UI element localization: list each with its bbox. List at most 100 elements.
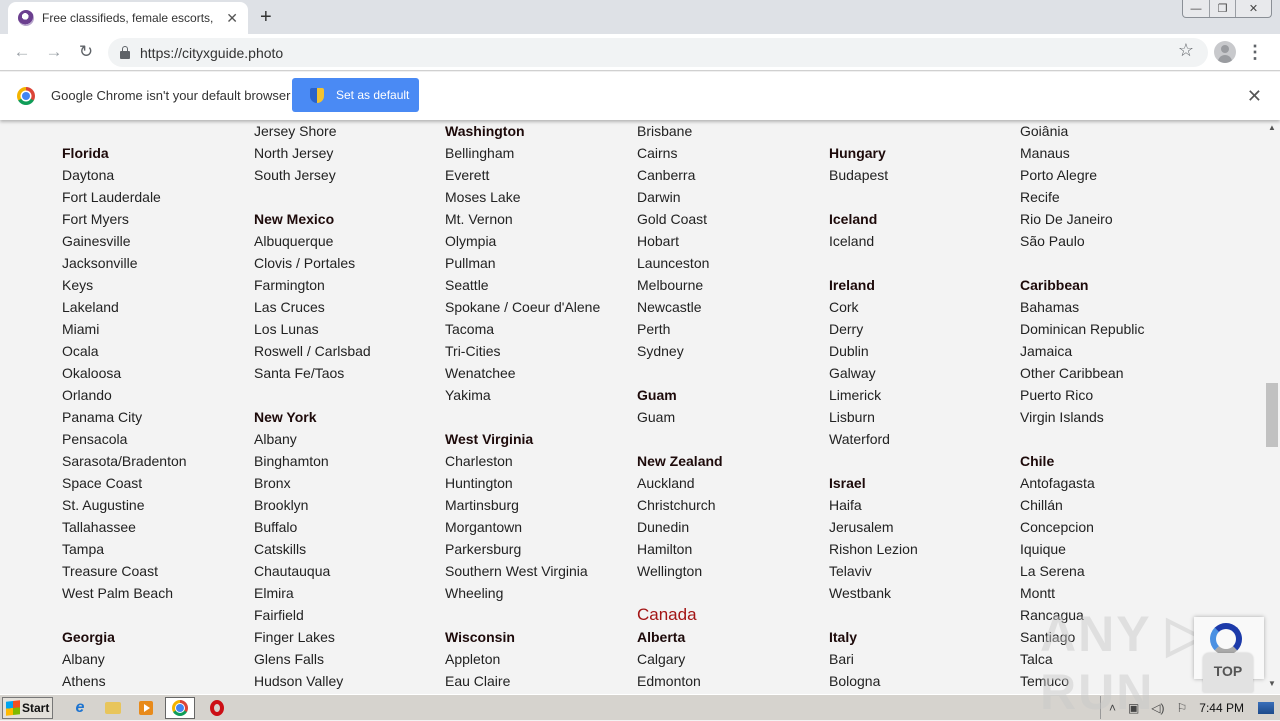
city-link[interactable]: Manaus bbox=[1020, 142, 1210, 164]
city-link[interactable]: Tacoma bbox=[445, 318, 635, 340]
volume-icon[interactable]: ◁) bbox=[1151, 701, 1164, 715]
city-link[interactable]: Pensacola bbox=[62, 428, 252, 450]
city-link[interactable]: Finger Lakes bbox=[254, 626, 444, 648]
city-link[interactable]: Cairns bbox=[637, 142, 827, 164]
city-link[interactable]: Morgantown bbox=[445, 516, 635, 538]
city-link[interactable]: Antofagasta bbox=[1020, 472, 1210, 494]
city-link[interactable]: Telaviv bbox=[829, 560, 1019, 582]
city-link[interactable]: Rishon Lezion bbox=[829, 538, 1019, 560]
city-link[interactable]: Chautauqua bbox=[254, 560, 444, 582]
city-link[interactable]: Parkersburg bbox=[445, 538, 635, 560]
page-scrollbar[interactable]: ▲ ▼ bbox=[1264, 120, 1280, 692]
media-player-icon[interactable] bbox=[135, 698, 157, 718]
city-link[interactable]: Jacksonville bbox=[62, 252, 252, 274]
city-link[interactable]: Puerto Rico bbox=[1020, 384, 1210, 406]
city-link[interactable]: Gold Coast bbox=[637, 208, 827, 230]
city-link[interactable]: Tampa bbox=[62, 538, 252, 560]
file-explorer-icon[interactable] bbox=[102, 698, 124, 718]
city-link[interactable]: Christchurch bbox=[637, 494, 827, 516]
show-desktop-button[interactable] bbox=[1258, 701, 1274, 714]
city-link[interactable]: Sydney bbox=[637, 340, 827, 362]
city-link[interactable]: Bahamas bbox=[1020, 296, 1210, 318]
city-link[interactable]: Olympia bbox=[445, 230, 635, 252]
action-center-flag-icon[interactable]: ⚐ bbox=[1177, 701, 1188, 715]
profile-avatar-icon[interactable] bbox=[1214, 41, 1236, 63]
city-link[interactable]: Binghamton bbox=[254, 450, 444, 472]
city-link[interactable]: Ocala bbox=[62, 340, 252, 362]
chrome-menu-icon[interactable]: ⋮ bbox=[1246, 42, 1264, 62]
city-link[interactable]: Melbourne bbox=[637, 274, 827, 296]
city-link[interactable]: Concepcion bbox=[1020, 516, 1210, 538]
city-link[interactable]: North Jersey bbox=[254, 142, 444, 164]
city-link[interactable]: Seattle bbox=[445, 274, 635, 296]
city-link[interactable]: Hudson Valley bbox=[254, 670, 444, 692]
city-link[interactable]: Jerusalem bbox=[829, 516, 1019, 538]
city-link[interactable]: Iquique bbox=[1020, 538, 1210, 560]
tab-close-icon[interactable]: ✕ bbox=[226, 10, 238, 27]
city-link[interactable]: Okaloosa bbox=[62, 362, 252, 384]
city-link[interactable]: Santiago bbox=[1020, 626, 1210, 648]
city-link[interactable]: Dunedin bbox=[637, 516, 827, 538]
city-link[interactable]: Temuco bbox=[1020, 670, 1210, 692]
city-link[interactable]: Miami bbox=[62, 318, 252, 340]
city-link[interactable]: Galway bbox=[829, 362, 1019, 384]
city-link[interactable]: Bellingham bbox=[445, 142, 635, 164]
city-link[interactable]: Roswell / Carlsbad bbox=[254, 340, 444, 362]
city-link[interactable]: Brisbane bbox=[637, 120, 827, 142]
city-link[interactable]: Wheeling bbox=[445, 582, 635, 604]
city-link[interactable]: Talca bbox=[1020, 648, 1210, 670]
city-link[interactable]: Iceland bbox=[829, 230, 1019, 252]
city-link[interactable]: Fairfield bbox=[254, 604, 444, 626]
city-link[interactable]: Canberra bbox=[637, 164, 827, 186]
city-link[interactable]: Waterford bbox=[829, 428, 1019, 450]
scroll-down-arrow-icon[interactable]: ▼ bbox=[1264, 676, 1280, 692]
city-link[interactable]: Tallahassee bbox=[62, 516, 252, 538]
back-to-top-button[interactable]: TOP bbox=[1203, 653, 1253, 692]
city-link[interactable]: Hamilton bbox=[637, 538, 827, 560]
city-link[interactable]: Lakeland bbox=[62, 296, 252, 318]
infobar-close-icon[interactable]: ✕ bbox=[1247, 86, 1262, 107]
city-link[interactable]: Eau Claire bbox=[445, 670, 635, 692]
reload-button[interactable]: ↻ bbox=[76, 42, 96, 62]
city-link[interactable]: Dominican Republic bbox=[1020, 318, 1210, 340]
new-tab-button[interactable]: + bbox=[260, 6, 272, 28]
city-link[interactable]: São Paulo bbox=[1020, 230, 1210, 252]
city-link[interactable]: Budapest bbox=[829, 164, 1019, 186]
city-link[interactable]: Catskills bbox=[254, 538, 444, 560]
restore-button[interactable]: ❐ bbox=[1209, 0, 1235, 17]
scrollbar-thumb[interactable] bbox=[1266, 383, 1278, 447]
network-icon[interactable]: ▣ bbox=[1128, 701, 1139, 715]
city-link[interactable]: Martinsburg bbox=[445, 494, 635, 516]
city-link[interactable]: Treasure Coast bbox=[62, 560, 252, 582]
window-close-button[interactable]: ✕ bbox=[1235, 0, 1271, 17]
city-link[interactable]: Edmonton bbox=[637, 670, 827, 692]
city-link[interactable]: Limerick bbox=[829, 384, 1019, 406]
city-link[interactable]: Southern West Virginia bbox=[445, 560, 635, 582]
clock[interactable]: 7:44 PM bbox=[1199, 701, 1244, 715]
city-link[interactable]: Space Coast bbox=[62, 472, 252, 494]
scroll-up-arrow-icon[interactable]: ▲ bbox=[1264, 120, 1280, 136]
city-link[interactable]: Glens Falls bbox=[254, 648, 444, 670]
city-link[interactable]: Virgin Islands bbox=[1020, 406, 1210, 428]
city-link[interactable]: Calgary bbox=[637, 648, 827, 670]
city-link[interactable]: Elmira bbox=[254, 582, 444, 604]
city-link[interactable]: Bronx bbox=[254, 472, 444, 494]
city-link[interactable]: Orlando bbox=[62, 384, 252, 406]
bookmark-star-icon[interactable]: ☆ bbox=[1178, 40, 1194, 61]
city-link[interactable]: Appleton bbox=[445, 648, 635, 670]
set-as-default-button[interactable]: Set as default bbox=[292, 78, 419, 112]
city-link[interactable]: Albany bbox=[62, 648, 252, 670]
city-link[interactable]: Launceston bbox=[637, 252, 827, 274]
city-link[interactable]: Los Lunas bbox=[254, 318, 444, 340]
city-link[interactable]: Cork bbox=[829, 296, 1019, 318]
minimize-button[interactable]: — bbox=[1183, 0, 1209, 17]
city-link[interactable]: Sarasota/Bradenton bbox=[62, 450, 252, 472]
city-link[interactable]: Porto Alegre bbox=[1020, 164, 1210, 186]
opera-icon[interactable] bbox=[206, 698, 228, 718]
city-link[interactable]: Auckland bbox=[637, 472, 827, 494]
city-link[interactable]: Athens bbox=[62, 670, 252, 692]
city-link[interactable]: Lisburn bbox=[829, 406, 1019, 428]
city-link[interactable]: Bologna bbox=[829, 670, 1019, 692]
city-link[interactable]: Wellington bbox=[637, 560, 827, 582]
city-link[interactable]: Pullman bbox=[445, 252, 635, 274]
